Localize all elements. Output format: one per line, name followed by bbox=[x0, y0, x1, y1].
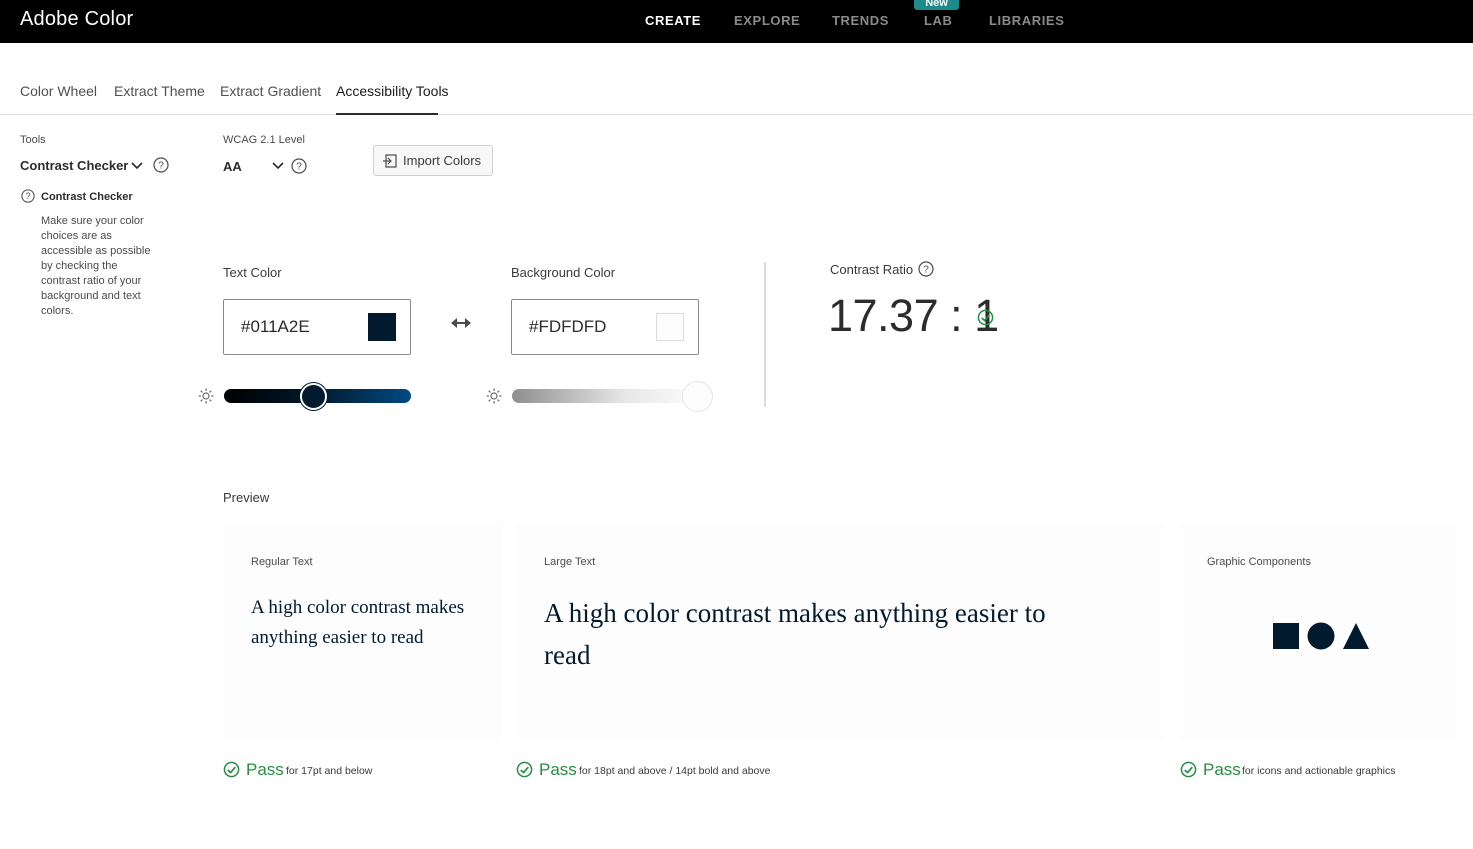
svg-text:?: ? bbox=[923, 265, 929, 276]
square-shape bbox=[1273, 623, 1299, 649]
help-icon[interactable]: ? bbox=[153, 157, 169, 173]
swap-colors-icon[interactable] bbox=[451, 316, 471, 330]
pass-label: Pass bbox=[246, 760, 284, 779]
pass-note: for 18pt and above / 14pt bold and above bbox=[579, 765, 771, 777]
pass-label: Pass bbox=[539, 760, 577, 779]
app-title[interactable]: Adobe Color bbox=[20, 8, 133, 31]
wcag-label: WCAG 2.1 Level bbox=[223, 134, 305, 146]
graphic-components-title: Graphic Components bbox=[1207, 556, 1311, 568]
section-divider bbox=[764, 262, 766, 407]
check-circle-icon bbox=[1180, 761, 1197, 778]
contrast-ratio-value: 17.37 : 1 bbox=[828, 290, 999, 341]
triangle-shape bbox=[1343, 623, 1369, 649]
import-colors-label: Import Colors bbox=[403, 153, 482, 168]
help-icon[interactable]: ? bbox=[918, 261, 934, 277]
large-text-title: Large Text bbox=[544, 556, 596, 568]
tab-accessibility-tools[interactable]: Accessibility Tools bbox=[336, 83, 449, 99]
large-text-sample: A high color contrast makes anything eas… bbox=[544, 598, 1046, 670]
nav-lab[interactable]: LAB bbox=[924, 13, 953, 28]
svg-text:?: ? bbox=[158, 161, 164, 172]
text-color-swatch[interactable] bbox=[368, 313, 396, 341]
check-circle-icon bbox=[223, 761, 240, 778]
import-colors-button[interactable]: Import Colors bbox=[373, 145, 493, 176]
tabs-divider bbox=[0, 114, 1473, 115]
text-color-label: Text Color bbox=[223, 265, 282, 280]
background-brightness-slider[interactable] bbox=[512, 389, 699, 403]
sample-shapes bbox=[1273, 622, 1369, 650]
import-icon bbox=[383, 154, 397, 168]
tool-picker[interactable]: Contrast Checker bbox=[20, 158, 128, 173]
tab-color-wheel[interactable]: Color Wheel bbox=[20, 83, 97, 99]
graphic-components-card: Graphic Components bbox=[1179, 523, 1458, 740]
regular-text-card: Regular Text A high color contrast makes… bbox=[223, 523, 502, 740]
tab-extract-theme[interactable]: Extract Theme bbox=[114, 83, 205, 99]
check-circle-icon bbox=[977, 309, 994, 326]
preview-label: Preview bbox=[223, 490, 270, 505]
text-color-hex: #011A2E bbox=[241, 317, 310, 336]
top-bar: Adobe Color CREATE EXPLORE TRENDS New LA… bbox=[0, 0, 1473, 43]
svg-text:?: ? bbox=[26, 191, 31, 201]
nav-libraries[interactable]: LIBRARIES bbox=[989, 13, 1064, 28]
text-color-input[interactable]: #011A2E bbox=[223, 299, 411, 355]
contrast-ratio-label: Contrast Ratio bbox=[830, 262, 914, 277]
help-icon[interactable]: ? bbox=[291, 158, 307, 174]
pass-label: Pass bbox=[1203, 760, 1241, 779]
circle-shape bbox=[1307, 622, 1335, 650]
background-color-label: Background Color bbox=[511, 265, 616, 280]
brightness-icon bbox=[486, 388, 502, 404]
chevron-down-icon[interactable] bbox=[272, 162, 284, 170]
pass-note: for 17pt and below bbox=[286, 765, 373, 777]
background-color-hex: #FDFDFD bbox=[529, 317, 607, 336]
tools-label: Tools bbox=[20, 134, 46, 146]
wcag-level-picker[interactable]: AA bbox=[223, 159, 242, 174]
check-circle-icon bbox=[516, 761, 533, 778]
chevron-down-icon[interactable] bbox=[131, 162, 143, 170]
regular-text-title: Regular Text bbox=[251, 556, 313, 568]
svg-text:?: ? bbox=[296, 162, 302, 173]
info-title: Contrast Checker bbox=[41, 191, 133, 203]
nav-create[interactable]: CREATE bbox=[645, 13, 701, 28]
tool-picker-value: Contrast Checker bbox=[20, 158, 129, 173]
nav-explore[interactable]: EXPLORE bbox=[734, 13, 800, 28]
active-tab-indicator bbox=[336, 113, 438, 115]
nav-trends[interactable]: TRENDS bbox=[832, 13, 889, 28]
background-brightness-handle[interactable] bbox=[681, 381, 713, 412]
info-description: Make sure your color choices are as acce… bbox=[41, 215, 151, 317]
pass-note: for icons and actionable graphics bbox=[1242, 765, 1396, 777]
new-badge: New bbox=[914, 0, 959, 10]
help-icon: ? bbox=[21, 189, 35, 203]
large-text-card: Large Text A high color contrast makes a… bbox=[516, 523, 1165, 740]
text-brightness-handle[interactable] bbox=[300, 383, 328, 410]
brightness-icon bbox=[198, 388, 214, 404]
background-color-input[interactable]: #FDFDFD bbox=[511, 299, 699, 355]
tab-extract-gradient[interactable]: Extract Gradient bbox=[220, 83, 321, 99]
background-color-swatch[interactable] bbox=[656, 313, 684, 341]
regular-text-sample: A high color contrast makes anything eas… bbox=[251, 597, 465, 648]
